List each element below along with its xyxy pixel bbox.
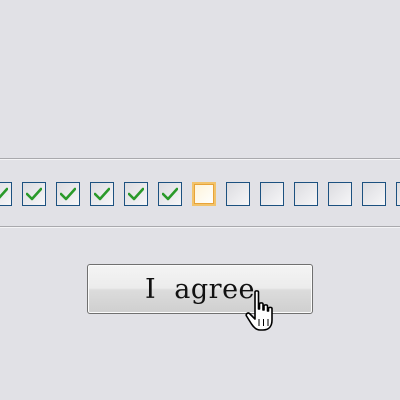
checkbox[interactable]	[294, 182, 318, 206]
checkbox[interactable]	[90, 182, 114, 206]
checkmark-icon	[94, 187, 110, 201]
checkmark-icon	[26, 187, 42, 201]
checkbox[interactable]	[56, 182, 80, 206]
checkmark-icon	[0, 187, 8, 199]
checkbox[interactable]	[0, 182, 12, 206]
checkbox[interactable]	[362, 182, 386, 206]
checkbox-row	[0, 182, 400, 208]
checkbox[interactable]	[328, 182, 352, 206]
checkbox[interactable]	[158, 182, 182, 206]
checkmark-icon	[60, 187, 76, 201]
bottom-divider	[0, 226, 400, 228]
checkbox[interactable]	[226, 182, 250, 206]
agreement-panel: I agree	[0, 0, 400, 400]
top-divider	[0, 158, 400, 160]
hand-pointer-icon	[245, 290, 273, 331]
checkbox[interactable]	[124, 182, 148, 206]
checkmark-icon	[128, 187, 144, 201]
checkbox[interactable]	[192, 182, 216, 206]
checkbox[interactable]	[260, 182, 284, 206]
checkbox[interactable]	[22, 182, 46, 206]
checkbox[interactable]	[396, 182, 400, 206]
checkmark-icon	[162, 187, 178, 201]
